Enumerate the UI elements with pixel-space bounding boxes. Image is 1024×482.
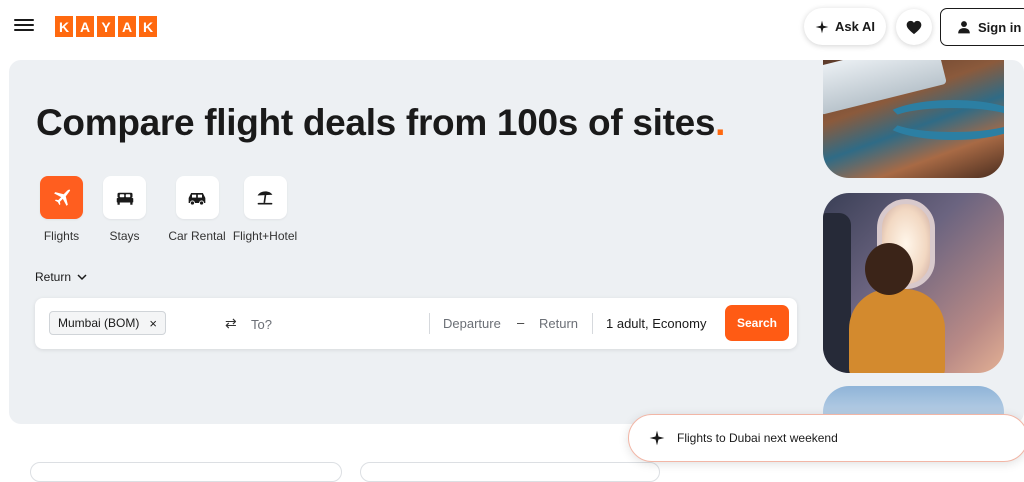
swap-icon[interactable]: ⇄ (225, 315, 237, 332)
tab-flights[interactable]: Flights (31, 176, 92, 243)
trip-type-value: Return (35, 270, 72, 284)
airplane-icon (53, 189, 70, 206)
logo-letter: K (55, 16, 73, 37)
sign-in-button[interactable]: Sign in (940, 8, 1024, 46)
trip-type-dropdown[interactable]: Return (35, 270, 87, 284)
hamburger-menu-icon[interactable] (14, 16, 34, 36)
flight-search-form: Mumbai (BOM) × ⇄ Departure – Return 1 ad… (35, 298, 797, 349)
flights-tile (40, 176, 83, 219)
tab-flights-label: Flights (43, 229, 80, 243)
seat-shape (823, 213, 851, 373)
search-button-label: Search (736, 316, 778, 330)
child-head-shape (865, 243, 913, 295)
page-title: Compare flight deals from 100s of sites. (36, 102, 725, 144)
bed-icon (116, 192, 133, 205)
headline-text: Compare flight deals from 100s of sites (36, 102, 716, 143)
kayak-logo[interactable]: K A Y A K (55, 16, 157, 37)
headline-dot: . (715, 102, 726, 143)
logo-letter: A (76, 16, 94, 37)
origin-value: Mumbai (BOM) (58, 316, 140, 330)
tab-car-rental-label: Car Rental (168, 229, 226, 243)
tab-flight-hotel-label: Flight+Hotel (232, 229, 298, 243)
logo-letter: A (118, 16, 136, 37)
sign-in-label: Sign in (978, 19, 1022, 35)
chevron-down-icon (77, 273, 87, 280)
vertical-tabs: Flights Stays Car Rental Flight+Hotel (40, 176, 297, 243)
remove-origin-icon[interactable]: × (149, 316, 157, 331)
search-button[interactable]: Search (725, 305, 789, 341)
child-body-shape (849, 289, 945, 373)
favorites-button[interactable] (896, 9, 932, 45)
car-icon (188, 192, 206, 205)
logo-letter: K (139, 16, 157, 37)
sparkle-icon (649, 430, 665, 446)
tab-stays[interactable]: Stays (103, 176, 146, 243)
user-icon (958, 21, 970, 34)
travellers-cabin-selector[interactable]: 1 adult, Economy (606, 316, 706, 331)
tab-stays-label: Stays (109, 229, 140, 243)
top-header: K A Y A K Ask AI Sign in (0, 0, 1024, 56)
logo-letter: Y (97, 16, 115, 37)
sparkle-icon (815, 20, 829, 33)
tab-flight-hotel[interactable]: Flight+Hotel (233, 176, 297, 243)
flight-hotel-tile (243, 176, 287, 219)
tab-car-rental[interactable]: Car Rental (167, 176, 227, 243)
ask-ai-label: Ask AI (835, 19, 875, 34)
origin-chip[interactable]: Mumbai (BOM) × (49, 311, 166, 335)
river-shape (883, 100, 1004, 140)
heart-icon (906, 20, 922, 34)
departure-date-field[interactable]: Departure (443, 316, 501, 331)
car-rental-tile (175, 176, 219, 219)
ai-suggestion-prompt[interactable]: Flights to Dubai next weekend (628, 414, 1024, 462)
ai-suggestion-text: Flights to Dubai next weekend (677, 431, 838, 445)
divider (429, 313, 430, 334)
beach-umbrella-icon (257, 190, 273, 205)
date-separator: – (517, 315, 525, 330)
return-date-field[interactable]: Return (539, 316, 578, 331)
content-card (360, 462, 660, 482)
stays-tile (103, 176, 146, 219)
child-at-window-image (823, 193, 1004, 373)
destination-input[interactable] (251, 313, 421, 335)
content-card (30, 462, 342, 482)
aerial-landscape-image (823, 60, 1004, 178)
divider (592, 313, 593, 334)
ask-ai-button[interactable]: Ask AI (804, 8, 886, 45)
